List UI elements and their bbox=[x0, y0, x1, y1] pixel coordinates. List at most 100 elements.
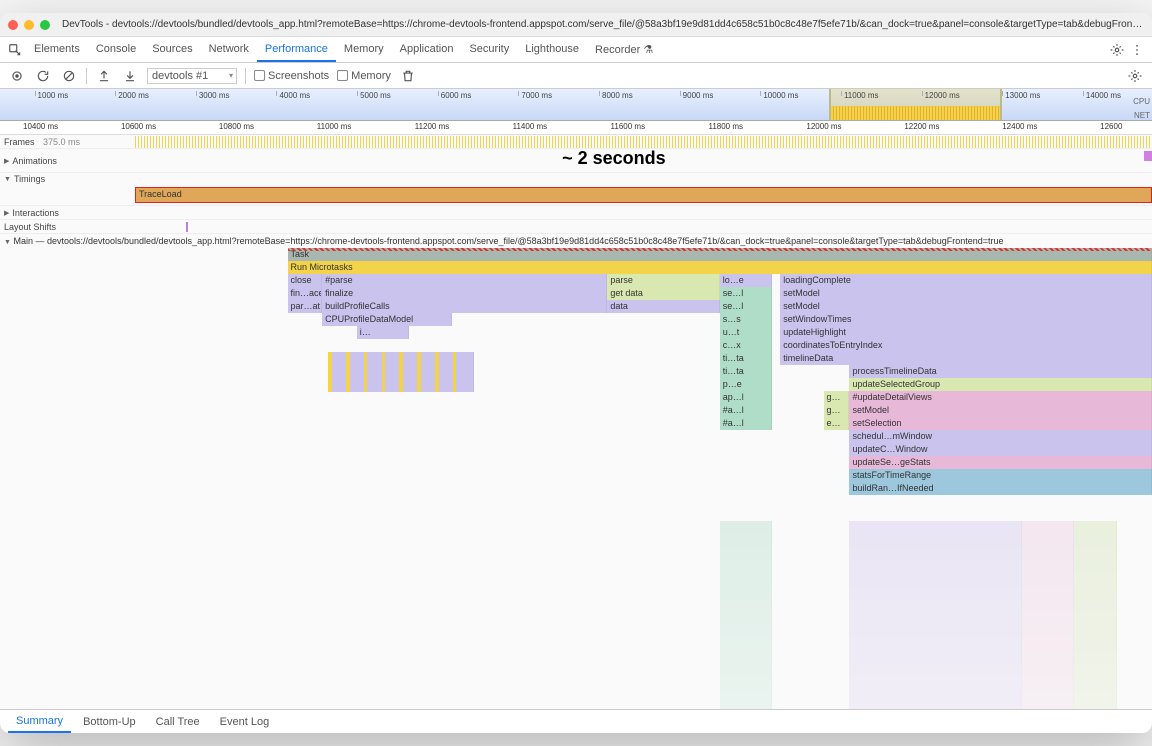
panel-tab-console[interactable]: Console bbox=[88, 38, 144, 62]
flame-entry[interactable] bbox=[849, 560, 1022, 573]
flame-entry[interactable]: #parse bbox=[322, 274, 607, 287]
flame-entry[interactable] bbox=[720, 586, 772, 599]
flame-entry[interactable] bbox=[720, 534, 772, 547]
flame-entry[interactable] bbox=[720, 638, 772, 651]
flame-entry[interactable]: e… bbox=[824, 417, 850, 430]
flame-entry[interactable]: s…s bbox=[720, 313, 772, 326]
flame-entry[interactable] bbox=[849, 625, 1022, 638]
frames-track[interactable]: Frames 375.0 ms bbox=[0, 135, 1152, 149]
flame-entry[interactable] bbox=[1074, 586, 1117, 599]
flame-entry[interactable]: setWindowTimes bbox=[780, 313, 1152, 326]
flame-entry[interactable] bbox=[720, 573, 772, 586]
flame-entry[interactable] bbox=[1074, 690, 1117, 703]
flame-entry[interactable]: data bbox=[607, 300, 719, 313]
flame-entry[interactable]: se…l bbox=[720, 287, 772, 300]
overview-ruler[interactable]: CPU NET 1000 ms2000 ms3000 ms4000 ms5000… bbox=[0, 89, 1152, 121]
main-track-header[interactable]: ▼ Main — devtools://devtools/bundled/dev… bbox=[0, 234, 1152, 248]
minimize-window-button[interactable] bbox=[24, 20, 34, 30]
flame-entry[interactable]: buildProfileCalls bbox=[322, 300, 607, 313]
flame-entry[interactable]: #updateDetailViews bbox=[849, 391, 1152, 404]
flame-entry[interactable] bbox=[849, 521, 1022, 534]
bottom-tab-bottom-up[interactable]: Bottom-Up bbox=[75, 712, 144, 732]
flame-entry[interactable]: g… bbox=[824, 404, 850, 417]
flame-entry[interactable]: #a…l bbox=[720, 417, 772, 430]
flame-entry[interactable] bbox=[720, 677, 772, 690]
flame-entry[interactable]: updateSe…geStats bbox=[849, 456, 1152, 469]
reload-record-icon[interactable] bbox=[34, 67, 52, 85]
flame-entry[interactable]: updateSelectedGroup bbox=[849, 378, 1152, 391]
flame-entry[interactable] bbox=[467, 352, 474, 392]
settings-gear-icon[interactable] bbox=[1108, 41, 1126, 59]
flame-entry[interactable]: p…e bbox=[720, 378, 772, 391]
flame-entry[interactable] bbox=[720, 625, 772, 638]
zoom-window-button[interactable] bbox=[40, 20, 50, 30]
flame-entry[interactable]: finalize bbox=[322, 287, 607, 300]
flame-entry[interactable]: fin…ace bbox=[288, 287, 323, 300]
session-select[interactable]: devtools #1 bbox=[147, 68, 237, 84]
flame-entry[interactable] bbox=[849, 638, 1022, 651]
flame-entry[interactable]: #a…l bbox=[720, 404, 772, 417]
flame-entry[interactable] bbox=[1074, 573, 1117, 586]
flame-entry[interactable]: updateC…Window bbox=[849, 443, 1152, 456]
flame-entry[interactable] bbox=[1074, 703, 1117, 709]
download-profile-icon[interactable] bbox=[121, 67, 139, 85]
flame-entry[interactable] bbox=[1022, 521, 1074, 534]
flame-entry[interactable]: se…l bbox=[720, 300, 772, 313]
clear-icon[interactable] bbox=[60, 67, 78, 85]
flame-entry[interactable] bbox=[849, 573, 1022, 586]
flame-entry[interactable]: u…t bbox=[720, 326, 772, 339]
flame-entry[interactable]: setModel bbox=[849, 404, 1152, 417]
flame-entry[interactable]: statsForTimeRange bbox=[849, 469, 1152, 482]
memory-checkbox[interactable]: Memory bbox=[337, 70, 391, 82]
flame-entry[interactable]: buildRan…IfNeeded bbox=[849, 482, 1152, 495]
flame-entry[interactable] bbox=[1074, 664, 1117, 677]
flame-entry[interactable] bbox=[849, 599, 1022, 612]
flame-entry[interactable] bbox=[720, 690, 772, 703]
flame-entry[interactable] bbox=[1022, 625, 1074, 638]
flame-entry[interactable] bbox=[1022, 534, 1074, 547]
flame-entry[interactable] bbox=[1022, 664, 1074, 677]
close-window-button[interactable] bbox=[8, 20, 18, 30]
flame-entry[interactable] bbox=[720, 664, 772, 677]
flame-entry[interactable]: ti…ta bbox=[720, 365, 772, 378]
flame-entry[interactable] bbox=[1022, 638, 1074, 651]
flame-entry[interactable] bbox=[849, 586, 1022, 599]
flame-entry[interactable] bbox=[1074, 651, 1117, 664]
flame-entry[interactable]: parse bbox=[607, 274, 719, 287]
panel-tab-application[interactable]: Application bbox=[392, 38, 462, 62]
flame-entry[interactable]: close bbox=[288, 274, 323, 287]
screenshots-checkbox[interactable]: Screenshots bbox=[254, 70, 329, 82]
panel-tab-lighthouse[interactable]: Lighthouse bbox=[517, 38, 587, 62]
flame-entry[interactable] bbox=[1022, 599, 1074, 612]
bottom-tab-event-log[interactable]: Event Log bbox=[212, 712, 278, 732]
flame-entry[interactable]: coordinatesToEntryIndex bbox=[780, 339, 1152, 352]
panel-tab-performance[interactable]: Performance bbox=[257, 38, 336, 62]
record-icon[interactable] bbox=[8, 67, 26, 85]
flame-entry[interactable]: par…at bbox=[288, 300, 323, 313]
flame-entry[interactable] bbox=[1022, 703, 1074, 709]
flame-entry[interactable] bbox=[849, 690, 1022, 703]
flame-entry[interactable]: c…x bbox=[720, 339, 772, 352]
panel-tab-recorder[interactable]: Recorder ⚗ bbox=[587, 38, 661, 62]
flame-entry[interactable]: loadingComplete bbox=[780, 274, 1152, 287]
flame-entry[interactable] bbox=[849, 664, 1022, 677]
flame-entry[interactable]: i… bbox=[357, 326, 409, 339]
flame-entry[interactable] bbox=[1074, 599, 1117, 612]
capture-settings-gear-icon[interactable] bbox=[1126, 67, 1144, 85]
flame-entry[interactable]: lo…e bbox=[720, 274, 772, 287]
flame-entry[interactable]: get data bbox=[607, 287, 719, 300]
flame-entry[interactable] bbox=[849, 612, 1022, 625]
inspect-element-icon[interactable] bbox=[6, 41, 24, 59]
upload-profile-icon[interactable] bbox=[95, 67, 113, 85]
flame-entry[interactable] bbox=[720, 612, 772, 625]
layout-shifts-track[interactable]: Layout Shifts bbox=[0, 220, 1152, 234]
flame-entry[interactable]: g… bbox=[824, 391, 850, 404]
flame-entry[interactable] bbox=[1022, 690, 1074, 703]
flame-entry[interactable] bbox=[849, 547, 1022, 560]
panel-tab-memory[interactable]: Memory bbox=[336, 38, 392, 62]
panel-tab-security[interactable]: Security bbox=[461, 38, 517, 62]
flame-entry[interactable]: processTimelineData bbox=[849, 365, 1152, 378]
bottom-tab-call-tree[interactable]: Call Tree bbox=[148, 712, 208, 732]
flame-entry[interactable]: setModel bbox=[780, 287, 1152, 300]
flame-entry[interactable] bbox=[1074, 612, 1117, 625]
